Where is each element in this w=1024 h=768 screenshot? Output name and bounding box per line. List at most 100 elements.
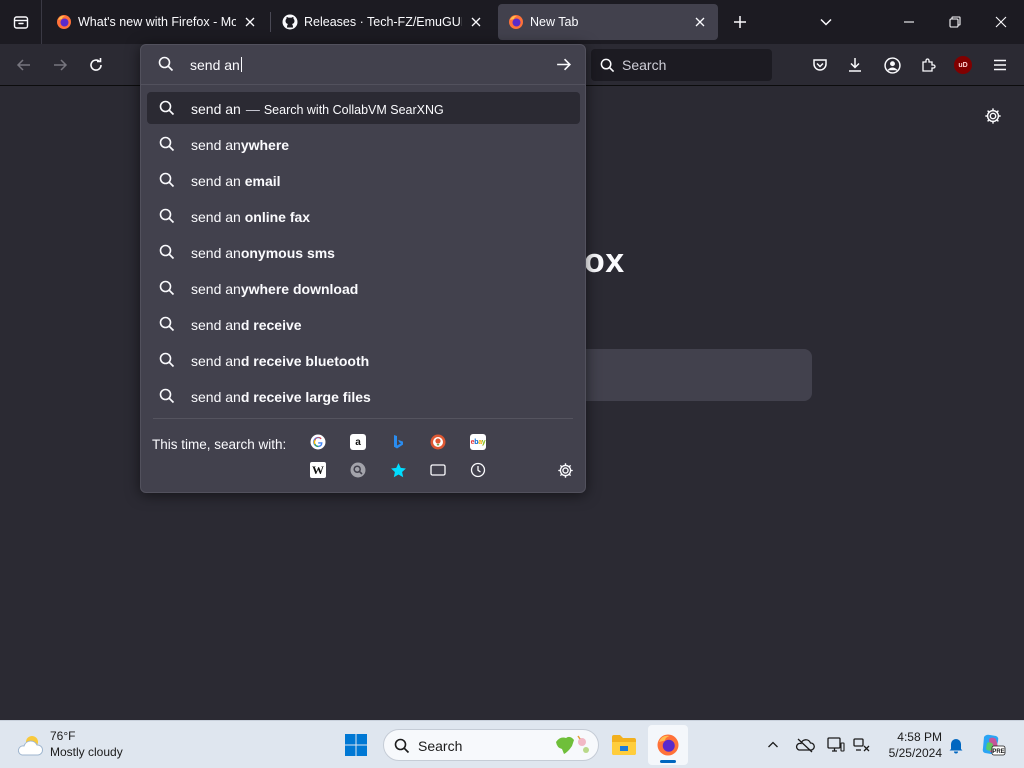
duckduckgo-engine-button[interactable] bbox=[427, 431, 449, 453]
new-tab-button[interactable] bbox=[726, 0, 754, 44]
github-icon bbox=[282, 14, 298, 30]
suggestion-text: send anonymous sms bbox=[191, 245, 335, 261]
google-engine-button[interactable] bbox=[307, 431, 329, 453]
go-arrow-icon[interactable] bbox=[555, 56, 572, 73]
notifications-button[interactable] bbox=[946, 735, 966, 755]
restore-icon bbox=[949, 16, 961, 28]
app-menu-button[interactable] bbox=[984, 49, 1016, 81]
file-explorer-button[interactable] bbox=[604, 725, 644, 765]
search-suggestion-row[interactable]: send anywhere bbox=[147, 128, 580, 160]
ebay-engine-button[interactable]: ebay bbox=[467, 431, 489, 453]
newtab-search-box[interactable] bbox=[560, 349, 812, 401]
close-tab-icon[interactable] bbox=[242, 14, 258, 30]
search-suggestion-row[interactable]: send and receive bbox=[147, 308, 580, 340]
google-icon bbox=[310, 434, 326, 450]
one-off-divider bbox=[153, 418, 573, 419]
search-suggestion-row[interactable]: send anywhere download bbox=[147, 272, 580, 304]
suggestion-text: send anywhere download bbox=[191, 281, 359, 297]
onedrive-tray-button[interactable] bbox=[795, 735, 815, 755]
pocket-button[interactable] bbox=[804, 49, 836, 81]
tab-whats-new[interactable]: What's new with Firefox - More bbox=[46, 4, 268, 40]
tab-title: Releases · Tech-FZ/EmuGUI-Pre bbox=[304, 15, 462, 29]
gear-icon bbox=[985, 108, 1001, 124]
tab-title: What's new with Firefox - More bbox=[78, 15, 236, 29]
windows-logo-icon bbox=[345, 734, 367, 756]
searxng-icon bbox=[350, 462, 366, 478]
display-tray-button[interactable] bbox=[826, 735, 846, 755]
bing-engine-button[interactable] bbox=[387, 431, 409, 453]
suggestion-text: send and receive bbox=[191, 317, 302, 333]
reload-icon bbox=[90, 58, 102, 71]
restore-button[interactable] bbox=[932, 0, 978, 44]
firefox-taskbar-button[interactable] bbox=[648, 725, 688, 765]
show-hidden-icons-button[interactable] bbox=[763, 735, 783, 755]
search-icon bbox=[394, 738, 410, 754]
amazon-icon: a bbox=[350, 434, 366, 450]
address-bar-input-row[interactable]: send an bbox=[141, 45, 585, 85]
suggestion-text: send an email bbox=[191, 173, 281, 189]
close-window-button[interactable] bbox=[978, 0, 1024, 44]
ublock-origin-button[interactable]: uD bbox=[947, 49, 979, 81]
weather-widget[interactable]: 76°F Mostly cloudy bbox=[16, 728, 146, 762]
suggestion-text: send and receive bluetooth bbox=[191, 353, 370, 369]
searxng-engine-button[interactable] bbox=[347, 459, 369, 481]
start-button[interactable] bbox=[336, 725, 376, 765]
suggestion-text: send anywhere bbox=[191, 137, 290, 153]
bookmarks-search-button[interactable] bbox=[387, 459, 409, 481]
tab-new-tab[interactable]: New Tab bbox=[498, 4, 718, 40]
firefox-view-button[interactable] bbox=[0, 0, 42, 44]
close-tab-icon[interactable] bbox=[692, 14, 708, 30]
tab-strip: What's new with Firefox - More Releases … bbox=[0, 0, 1024, 44]
newtab-settings-button[interactable] bbox=[981, 104, 1005, 128]
one-off-search-label: This time, search with: bbox=[152, 437, 287, 452]
forward-button[interactable] bbox=[44, 49, 76, 81]
search-icon bbox=[159, 136, 175, 152]
search-icon bbox=[600, 58, 615, 72]
amazon-engine-button[interactable]: a bbox=[347, 431, 369, 453]
tabs-search-button[interactable] bbox=[427, 459, 449, 481]
firefox-icon bbox=[657, 734, 679, 756]
taskbar-clock[interactable]: 4:58 PM 5/25/2024 bbox=[872, 729, 942, 761]
ublock-origin-icon: uD bbox=[954, 56, 972, 74]
taskbar-search-placeholder: Search bbox=[418, 738, 463, 754]
search-settings-button[interactable] bbox=[554, 459, 576, 481]
search-icon bbox=[158, 56, 174, 72]
close-tab-icon[interactable] bbox=[468, 14, 484, 30]
search-icon bbox=[159, 100, 175, 116]
network-tray-button[interactable] bbox=[852, 735, 872, 755]
wikipedia-engine-button[interactable]: W bbox=[307, 459, 329, 481]
cloud-icon bbox=[17, 736, 44, 756]
address-bar-input[interactable]: send an bbox=[190, 57, 242, 73]
search-suggestion-row[interactable]: send an online fax bbox=[147, 200, 580, 232]
search-suggestion-row[interactable]: send and receive bluetooth bbox=[147, 344, 580, 376]
list-all-tabs-button[interactable] bbox=[812, 0, 840, 44]
bookmarks-icon bbox=[390, 462, 406, 477]
clock-time: 4:58 PM bbox=[897, 730, 942, 744]
duckduckgo-icon bbox=[430, 434, 446, 450]
download-icon bbox=[849, 58, 861, 72]
search-suggestion-row[interactable]: send and receive large files bbox=[147, 380, 580, 412]
pocket-icon bbox=[813, 59, 827, 71]
tab-releases[interactable]: Releases · Tech-FZ/EmuGUI-Pre bbox=[272, 4, 494, 40]
search-suggestion-row[interactable]: send an email bbox=[147, 164, 580, 196]
taskbar-search[interactable]: Search bbox=[383, 729, 599, 761]
close-icon bbox=[995, 16, 1007, 28]
search-suggestion-row[interactable]: send anonymous sms bbox=[147, 236, 580, 268]
account-button[interactable] bbox=[876, 49, 908, 81]
reload-button[interactable] bbox=[80, 49, 112, 81]
extensions-button[interactable] bbox=[912, 49, 944, 81]
copilot-button[interactable]: PRE bbox=[980, 734, 1006, 756]
address-bar-dropdown: send an send an — Search with CollabVM Sea… bbox=[140, 44, 586, 493]
downloads-button[interactable] bbox=[839, 49, 871, 81]
toolbar-search-box[interactable]: Search bbox=[591, 49, 772, 81]
weather-temperature: 76°F bbox=[50, 729, 76, 743]
firefox-wordmark: ox bbox=[584, 242, 625, 280]
search-suggestion-row[interactable]: send an — Search with CollabVM SearXNG bbox=[147, 92, 580, 124]
minimize-button[interactable] bbox=[886, 0, 932, 44]
cloud-offline-icon bbox=[795, 738, 815, 753]
suggestion-text: send an — Search with CollabVM SearXNG bbox=[191, 101, 444, 117]
bing-icon bbox=[394, 435, 403, 449]
history-search-button[interactable] bbox=[467, 459, 489, 481]
back-button[interactable] bbox=[8, 49, 40, 81]
minimize-icon bbox=[904, 21, 914, 23]
